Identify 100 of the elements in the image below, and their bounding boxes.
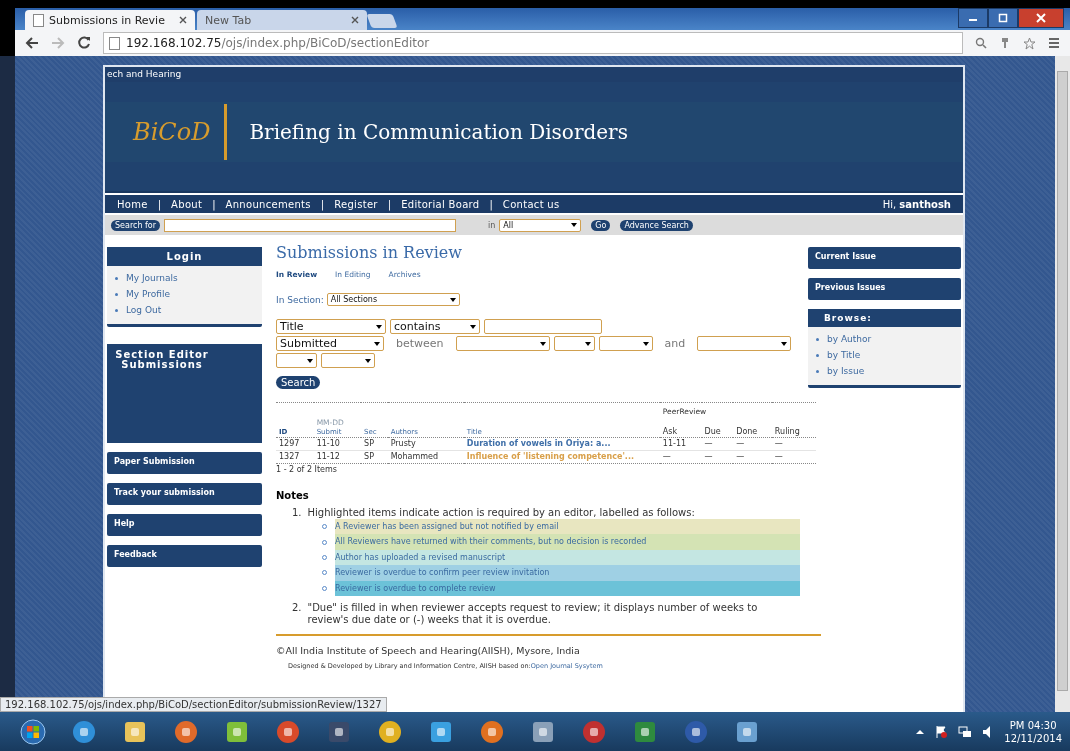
- sidebar-block-link[interactable]: Current Issue: [808, 247, 961, 269]
- go-button[interactable]: Go: [591, 219, 611, 231]
- browser-tab[interactable]: Submissions in Revie: [25, 10, 195, 30]
- bullet-icon: [115, 308, 118, 312]
- search-label: Search for: [111, 219, 161, 231]
- scope-dropdown[interactable]: All: [499, 218, 582, 232]
- flag-icon[interactable]: [934, 724, 949, 739]
- sidebar-link[interactable]: by Issue: [827, 366, 865, 376]
- sidebar-block-link[interactable]: Track your submission: [107, 483, 262, 505]
- caret-icon: [642, 341, 649, 346]
- menu-icon[interactable]: [1048, 37, 1060, 49]
- column-header[interactable]: Ruling: [774, 427, 800, 436]
- nav-link[interactable]: Contact us: [502, 198, 560, 210]
- minimize-button[interactable]: [958, 8, 988, 28]
- section-label: In Section:: [276, 294, 324, 305]
- table-cell: 11-10: [316, 439, 340, 448]
- journal-logo[interactable]: BiCoD: [133, 118, 211, 146]
- close-icon: [1036, 13, 1046, 23]
- sidebar-link[interactable]: by Title: [827, 350, 861, 360]
- search-text-field[interactable]: [484, 319, 602, 334]
- sidebar-link[interactable]: by Author: [827, 334, 872, 344]
- date-field-dropdown[interactable]: Submitted: [276, 336, 384, 351]
- close-tab-icon[interactable]: [179, 16, 187, 24]
- bullet-icon: [816, 369, 819, 373]
- note-number: 1.: [292, 507, 302, 519]
- bullet-icon: [115, 276, 118, 280]
- taskbar-app-icon[interactable]: [377, 718, 403, 745]
- table-cell: SP: [364, 452, 374, 461]
- sidebar-block-link[interactable]: Previous Issues: [808, 278, 961, 300]
- title-link[interactable]: Duration of vowels in Oriya: a...: [466, 439, 657, 449]
- journal-title: Briefing in Communication Disorders: [249, 120, 628, 144]
- taskbar-app-icon[interactable]: [479, 718, 505, 745]
- taskbar-app-icon[interactable]: [581, 718, 607, 745]
- copyright-text: ©All India Institute of Speech and Hearing(AIISH), Mysore, India: [276, 645, 581, 657]
- caret-icon: [307, 358, 313, 363]
- section-dropdown[interactable]: All Sections: [326, 293, 460, 306]
- table-cell: —: [736, 452, 745, 461]
- nav-separator: |: [157, 198, 162, 210]
- sidebar-link[interactable]: My Journals: [126, 273, 178, 283]
- taskbar-app-icon[interactable]: [683, 718, 709, 745]
- table-cell: —: [736, 439, 745, 448]
- taskbar-app-icon[interactable]: [275, 718, 301, 745]
- zoom-icon[interactable]: [975, 37, 987, 49]
- caret-icon: [584, 341, 591, 346]
- search-field[interactable]: [164, 218, 457, 232]
- advance-search-button[interactable]: Advance Search: [620, 219, 693, 231]
- maximize-button[interactable]: [988, 8, 1018, 28]
- extension-icon[interactable]: [999, 37, 1011, 49]
- table-cell: —: [704, 452, 713, 461]
- greeting: Hi, santhosh: [882, 198, 951, 210]
- taskbar-app-icon[interactable]: [71, 718, 97, 745]
- nav-link[interactable]: Register: [334, 198, 378, 210]
- taskbar-app-icon[interactable]: [173, 718, 199, 745]
- browse-heading: Browse:: [808, 309, 961, 327]
- back-icon[interactable]: [25, 36, 39, 50]
- caret-icon: [571, 223, 578, 227]
- page-title: Submissions in Review: [276, 243, 463, 262]
- sidebar-block-link[interactable]: Paper Submission: [107, 452, 262, 474]
- sidebar-link[interactable]: Log Out: [126, 305, 162, 315]
- day-dropdown[interactable]: [553, 336, 595, 351]
- tray-arrow-icon[interactable]: [916, 727, 925, 736]
- between-label: between: [396, 337, 444, 350]
- caret-icon: [374, 341, 380, 346]
- caret-icon: [470, 324, 476, 329]
- section-editor-heading: Section Editor Submissions: [114, 350, 210, 370]
- nav-separator: |: [320, 198, 325, 210]
- nav-link[interactable]: Home: [117, 198, 148, 210]
- star-icon[interactable]: [1023, 36, 1036, 50]
- nav-link[interactable]: Editorial Board: [401, 198, 480, 210]
- legend-item: All Reviewers have returned with their comments, but no decision is recorded: [335, 534, 800, 550]
- search-button[interactable]: Search: [276, 376, 321, 389]
- caret-icon: [376, 324, 382, 329]
- reload-icon[interactable]: [77, 36, 91, 50]
- column-header[interactable]: Ask: [662, 427, 678, 436]
- table-cell: Mohammed: [390, 452, 438, 461]
- close-button[interactable]: [1018, 8, 1064, 28]
- caret-icon: [781, 341, 788, 346]
- network-icon[interactable]: [958, 724, 973, 739]
- sidebar-block-link[interactable]: Help: [107, 514, 262, 536]
- field-dropdown[interactable]: Title: [276, 319, 386, 334]
- bullet-icon: [115, 292, 118, 296]
- match-dropdown[interactable]: contains: [390, 319, 480, 334]
- nav-link[interactable]: Announcements: [225, 198, 311, 210]
- note-number: 2.: [292, 602, 302, 616]
- caret-icon: [365, 358, 371, 363]
- browser-tab[interactable]: New Tab: [197, 10, 367, 30]
- taskbar-clock[interactable]: PM 04:30 12/11/2014: [1004, 718, 1062, 745]
- caret-icon: [449, 297, 456, 302]
- start-button[interactable]: [20, 718, 46, 745]
- sidebar-block-link[interactable]: Feedback: [107, 545, 262, 567]
- table-cell: 11-11: [662, 439, 687, 448]
- column-header[interactable]: Done: [736, 427, 758, 436]
- close-tab-icon[interactable]: [351, 16, 359, 24]
- address-bar[interactable]: 192.168.102.75/ojs/index.php/BiCoD/sectionEditor: [103, 32, 963, 54]
- sidebar-link[interactable]: My Profile: [126, 289, 170, 299]
- nav-link[interactable]: About: [171, 198, 203, 210]
- legend-item: A Reviewer has been assigned but not notified by email: [335, 519, 800, 535]
- table-cell: —: [774, 452, 783, 461]
- column-header[interactable]: Due: [704, 427, 721, 436]
- day-dropdown[interactable]: [276, 353, 317, 368]
